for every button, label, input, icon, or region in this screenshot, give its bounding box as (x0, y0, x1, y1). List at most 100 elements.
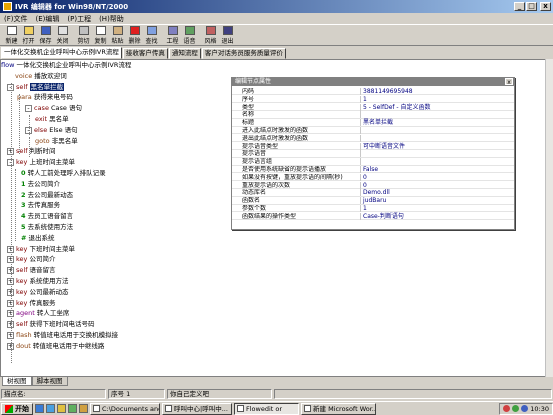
view-tab[interactable]: 脚本视图 (31, 377, 68, 386)
toolbar-button[interactable]: 打开 (20, 25, 37, 46)
toolbar-button[interactable]: 关闭 (54, 25, 71, 46)
property-row[interactable]: 参数个数 1 (232, 205, 514, 213)
media-icon[interactable] (68, 404, 77, 413)
property-value[interactable]: 1 (363, 205, 367, 212)
property-value[interactable]: 黑名单拦截 (363, 119, 393, 126)
tree-node[interactable]: flash 转值班电话用于交换机模拟接 (16, 331, 118, 340)
toolbar-button[interactable]: 工程 (164, 25, 181, 46)
maximize-button[interactable]: □ (526, 2, 537, 11)
menu-item[interactable]: (F)文件 (4, 14, 28, 24)
toolbar-button[interactable]: 剪切 (75, 25, 92, 46)
tree-node[interactable]: goto 非黑名单 (35, 137, 78, 146)
selected-node-label[interactable]: 黑名单拦截 (29, 82, 65, 91)
node-properties-panel[interactable]: 编辑节点属性 x 内码 3881149695948 序号 1 类型 5 - SelfDef… (231, 77, 515, 230)
property-row[interactable]: 函数名 judBaru (232, 197, 514, 205)
tree-node[interactable]: case Case 语句 (34, 104, 82, 113)
toolbar-button[interactable]: 粘贴 (109, 25, 126, 46)
tree-node[interactable]: # 退出系统 (21, 234, 55, 243)
tree-node[interactable]: 1 去公司简介 (21, 180, 60, 189)
panel-close-button[interactable]: x (505, 78, 513, 86)
tree-node[interactable]: 3 去传真服务 (21, 201, 60, 210)
property-row[interactable]: 标题 黑名单拦截 (232, 119, 514, 127)
tree-node[interactable]: self 黑名单拦截 (16, 82, 65, 92)
folder-icon[interactable] (79, 404, 88, 413)
tree-node[interactable]: key 系统使用方法 (16, 277, 68, 286)
property-row[interactable]: 内码 3881149695948 (232, 88, 514, 96)
tree-node[interactable]: exit 黑名单 (35, 115, 69, 124)
tray-icon[interactable] (512, 405, 520, 412)
tree-node[interactable]: flow 一体化交换机企业呼叫中心示例IVR流程 (1, 61, 131, 70)
tree-node[interactable]: key 下班时间主菜单 (16, 245, 75, 254)
tree-node[interactable]: self 语音留言 (16, 266, 56, 275)
start-button[interactable]: 开始 (1, 402, 33, 415)
tree-node[interactable]: 4 去员工语音留言 (21, 212, 73, 221)
property-value[interactable]: judBaru (363, 197, 386, 204)
tree-node[interactable]: 5 去系统使用方法 (21, 223, 73, 232)
tree-node[interactable]: self 获得下班时间电话号码 (16, 320, 95, 329)
property-row[interactable]: 重放提示语的次数 0 (232, 181, 514, 189)
tree-node[interactable]: key 传真服务 (16, 299, 55, 308)
tree-node[interactable]: 2 去公司最新动态 (21, 191, 73, 200)
flow-tab[interactable]: 客户对话务员服务质量评价 (201, 48, 286, 59)
property-row[interactable]: 退出此结点时激发的函数 (232, 134, 514, 143)
property-row[interactable]: 序号 1 (232, 95, 514, 104)
property-row[interactable]: 动态库名 Demo.dll (232, 189, 514, 197)
toolbar-button[interactable]: 语音 (181, 25, 198, 46)
ie-icon[interactable] (35, 404, 44, 413)
flow-tab[interactable]: 接收客户传真 (122, 48, 168, 59)
toolbar-button[interactable]: 保存 (37, 25, 54, 46)
property-value[interactable]: 1 (363, 96, 367, 103)
property-row[interactable]: 类型 5 - SelfDef - 自定义函数 (232, 103, 514, 111)
property-row[interactable]: 提示语音类型 可中断语音文件 (232, 142, 514, 150)
menu-item[interactable]: (P)工程 (67, 14, 91, 24)
collapse-icon[interactable]: - (25, 105, 32, 113)
view-tab[interactable]: 树视图 (2, 377, 32, 386)
tree-node[interactable]: self 判断时间 (16, 147, 56, 156)
tree-node[interactable]: key 上班时间主菜单 (16, 158, 75, 167)
tree-node[interactable]: 0 转人工前处理呼入排队记录 (21, 169, 106, 178)
property-row[interactable]: 提示语音 (232, 150, 514, 158)
desktop-icon[interactable] (46, 404, 55, 413)
property-row[interactable]: 是否使用系统缺省的提示语播放 False (232, 166, 514, 174)
menu-item[interactable]: (H)帮助 (99, 14, 124, 24)
tree-node[interactable]: dout 转值班电话用于中继线路 (16, 342, 104, 351)
flow-tab[interactable]: 通知流程 (168, 48, 201, 59)
tree-node[interactable]: key 公司简介 (16, 255, 55, 264)
property-row[interactable]: 进入此结点时激发的函数 (232, 127, 514, 135)
property-row[interactable]: 名称 (232, 111, 514, 119)
tree-node[interactable]: key 公司最新动态 (16, 288, 68, 297)
close-button[interactable]: x (540, 2, 551, 11)
toolbar-button[interactable]: 删除 (126, 25, 143, 46)
outlook-icon[interactable] (57, 404, 66, 413)
vertical-scrollbar[interactable] (545, 59, 553, 377)
toolbar-button[interactable]: 风格 (202, 25, 219, 46)
tree-node[interactable]: agent 转人工坐席 (16, 309, 69, 318)
property-value[interactable]: 可中断语音文件 (363, 143, 405, 150)
flow-tab[interactable]: 一体化交换机企业呼叫中心示例IVR流程 (1, 47, 122, 59)
tree-node[interactable]: para 获得来电号码 (17, 93, 73, 102)
tray-icon[interactable] (521, 405, 529, 412)
property-row[interactable]: 如果没有按键，重放提示语的间隔(秒) 0 (232, 173, 514, 182)
property-value[interactable]: 3881149695948 (363, 88, 413, 95)
property-value[interactable]: 0 (363, 182, 367, 189)
tree-node[interactable]: voice 播放欢迎词 (15, 72, 67, 81)
taskbar-task[interactable]: 新建 Microsoft Wor... (301, 402, 376, 415)
property-value[interactable]: Case-判断语句 (363, 213, 404, 220)
taskbar-task[interactable]: C:\Documents and ... (90, 402, 160, 415)
taskbar-task[interactable]: Flowedit or (234, 402, 299, 415)
tree-node[interactable]: else Else 语句 (34, 126, 78, 135)
property-value[interactable]: False (363, 166, 378, 173)
toolbar-button[interactable]: 退出 (219, 25, 236, 46)
tray-icon[interactable] (503, 405, 511, 412)
property-value[interactable]: 0 (363, 174, 367, 181)
title-bar[interactable]: IVR 编辑器 for Win98/NT/2000 _ □ x (0, 0, 553, 13)
taskbar-task[interactable]: 呼叫中心|呼叫中... (162, 402, 232, 415)
property-value[interactable]: 5 - SelfDef - 自定义函数 (363, 104, 430, 111)
menu-item[interactable]: (E)编辑 (36, 14, 60, 24)
property-row[interactable]: 函数结果的操作类型 Case-判断语句 (232, 212, 514, 221)
property-row[interactable]: 提示语言组 (232, 158, 514, 166)
toolbar-button[interactable]: 查找 (143, 25, 160, 46)
minimize-button[interactable]: _ (514, 2, 525, 11)
toolbar-button[interactable]: 复制 (92, 25, 109, 46)
toolbar-button[interactable]: 新建 (3, 25, 20, 46)
